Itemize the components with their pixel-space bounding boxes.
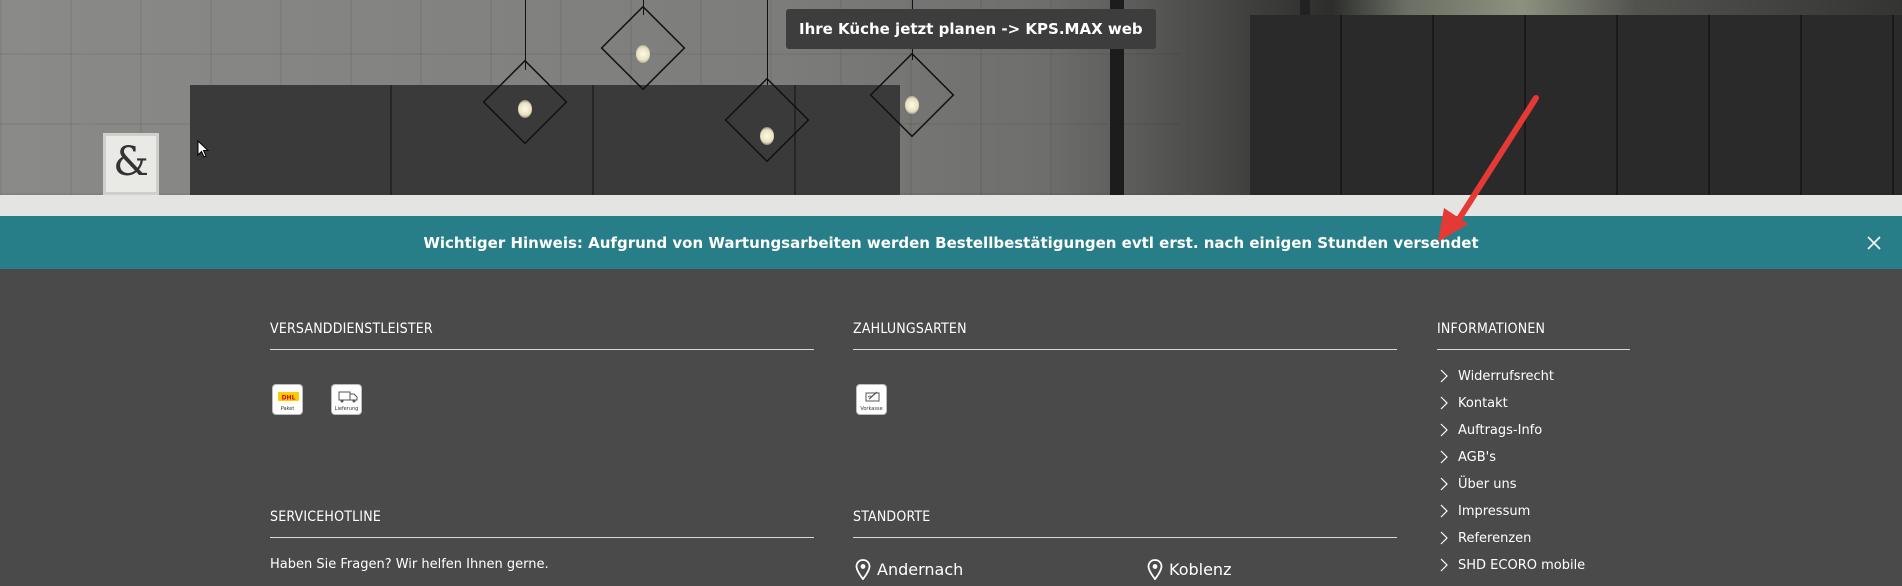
dhl-icon: DHL bbox=[278, 392, 299, 401]
chevron-right-icon bbox=[1440, 558, 1448, 572]
footer-link-agb[interactable]: AGB's bbox=[1437, 450, 1585, 477]
footer-link-widerrufsrecht[interactable]: Widerrufsrecht bbox=[1437, 369, 1585, 396]
map-pin-icon bbox=[1147, 559, 1163, 580]
shipping-divider bbox=[270, 349, 814, 350]
footer-link-auftrags-info[interactable]: Auftrags-Info bbox=[1437, 423, 1585, 450]
chevron-right-icon bbox=[1440, 423, 1448, 437]
footer-link-referenzen[interactable]: Referenzen bbox=[1437, 531, 1585, 558]
information-title: INFORMATIONEN bbox=[1437, 321, 1546, 337]
site-footer: VERSANDDIENSTLEISTER DHL Paket Lieferung… bbox=[0, 269, 1902, 586]
location-andernach[interactable]: Andernach bbox=[855, 559, 963, 580]
chevron-right-icon bbox=[1440, 396, 1448, 410]
svg-text:DHL: DHL bbox=[282, 394, 296, 401]
hotline-title: SERVICEHOTLINE bbox=[270, 509, 381, 525]
prepayment-icon bbox=[865, 391, 880, 402]
hotline-divider bbox=[270, 537, 814, 538]
chevron-right-icon bbox=[1440, 531, 1448, 545]
location-koblenz[interactable]: Koblenz bbox=[1147, 559, 1231, 580]
shipping-title: VERSANDDIENSTLEISTER bbox=[270, 321, 433, 337]
truck-icon bbox=[338, 391, 358, 403]
hero-divider-strip bbox=[0, 195, 1902, 216]
dhl-badge-label: Paket bbox=[280, 406, 295, 412]
prepayment-badge-label: Vorkasse bbox=[860, 406, 883, 412]
payment-divider bbox=[853, 349, 1397, 350]
plan-kitchen-button[interactable]: Ihre Küche jetzt planen -> KPS.MAX web bbox=[786, 9, 1156, 49]
ampersand-decoration: & bbox=[103, 133, 159, 195]
close-icon[interactable] bbox=[1864, 233, 1884, 253]
annotation-arrow-icon bbox=[1438, 95, 1539, 242]
chevron-right-icon bbox=[1440, 504, 1448, 518]
payment-title: ZAHLUNGSARTEN bbox=[853, 321, 967, 337]
delivery-badge: Lieferung bbox=[331, 384, 362, 415]
footer-link-ueber-uns[interactable]: Über uns bbox=[1437, 477, 1585, 504]
delivery-badge-label: Lieferung bbox=[334, 406, 359, 412]
information-divider bbox=[1437, 349, 1630, 350]
information-links: Widerrufsrecht Kontakt Auftrags-Info AGB… bbox=[1437, 369, 1585, 585]
locations-title: STANDORTE bbox=[853, 509, 931, 525]
chevron-right-icon bbox=[1440, 477, 1448, 491]
footer-link-kontakt[interactable]: Kontakt bbox=[1437, 396, 1585, 423]
mouse-cursor-icon bbox=[197, 140, 209, 158]
prepayment-badge: Vorkasse bbox=[856, 384, 887, 415]
chevron-right-icon bbox=[1440, 369, 1448, 383]
locations-divider bbox=[853, 537, 1397, 538]
hotline-text: Haben Sie Fragen? Wir helfen Ihnen gerne… bbox=[270, 557, 549, 572]
dhl-badge: DHL Paket bbox=[272, 384, 303, 415]
chevron-right-icon bbox=[1440, 450, 1448, 464]
maintenance-notice-bar: Wichtiger Hinweis: Aufgrund von Wartungs… bbox=[0, 216, 1902, 269]
footer-link-shd-ecoro-mobile[interactable]: SHD ECORO mobile bbox=[1437, 558, 1585, 585]
notice-text: Wichtiger Hinweis: Aufgrund von Wartungs… bbox=[423, 233, 1479, 252]
hero-banner: & Ihre Küche jetzt planen -> KPS.MAX web bbox=[0, 0, 1902, 195]
footer-link-impressum[interactable]: Impressum bbox=[1437, 504, 1585, 531]
hero-tall-cabinets bbox=[1250, 15, 1902, 195]
map-pin-icon bbox=[855, 559, 871, 580]
